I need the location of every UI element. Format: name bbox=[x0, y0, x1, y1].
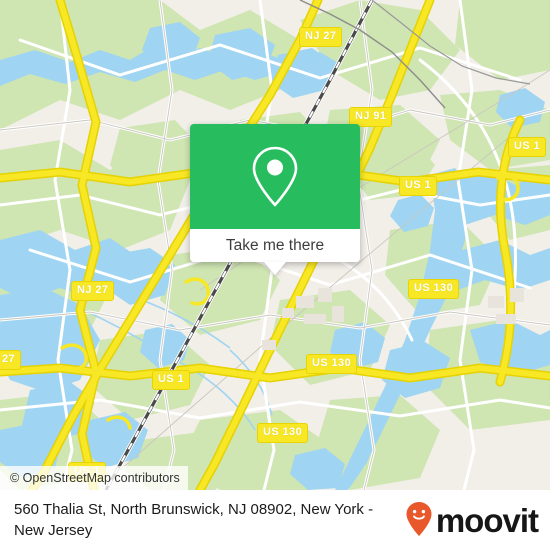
map-pin-icon bbox=[252, 146, 298, 206]
road-shield-us130-mid: US 130 bbox=[306, 354, 358, 374]
take-me-there-button[interactable]: Take me there bbox=[190, 229, 360, 262]
moovit-logo[interactable]: moovit bbox=[404, 500, 550, 540]
road-shield-nj27-top: NJ 27 bbox=[299, 27, 343, 47]
address-text: 560 Thalia St, North Brunswick, NJ 08902… bbox=[14, 501, 374, 539]
take-me-there-label: Take me there bbox=[225, 236, 325, 254]
road-shield-us1-mid: US 1 bbox=[399, 176, 438, 196]
destination-callout-card[interactable]: Take me there bbox=[190, 124, 360, 275]
road-shield-us1-topright: US 1 bbox=[508, 137, 547, 157]
moovit-smiley-pin-icon bbox=[406, 502, 432, 536]
road-shield-27-edge: 27 bbox=[0, 350, 22, 370]
callout-icon-area bbox=[190, 124, 360, 229]
road-shield-us1-lower: US 1 bbox=[152, 370, 191, 390]
moovit-wordmark: moovit bbox=[435, 501, 539, 539]
footer-bar: 560 Thalia St, North Brunswick, NJ 08902… bbox=[0, 490, 550, 550]
road-shield-nj27-left: NJ 27 bbox=[71, 281, 115, 301]
road-shield-us130-lower: US 130 bbox=[257, 423, 309, 443]
moovit-map-screenshot: NJ 27 NJ 91 US 1 US 1 NJ 27 US 130 US 13… bbox=[0, 0, 550, 550]
osm-attribution[interactable]: © OpenStreetMap contributors bbox=[0, 466, 188, 490]
callout-pointer-tail bbox=[264, 262, 286, 275]
road-shield-us130-upper: US 130 bbox=[408, 279, 460, 299]
